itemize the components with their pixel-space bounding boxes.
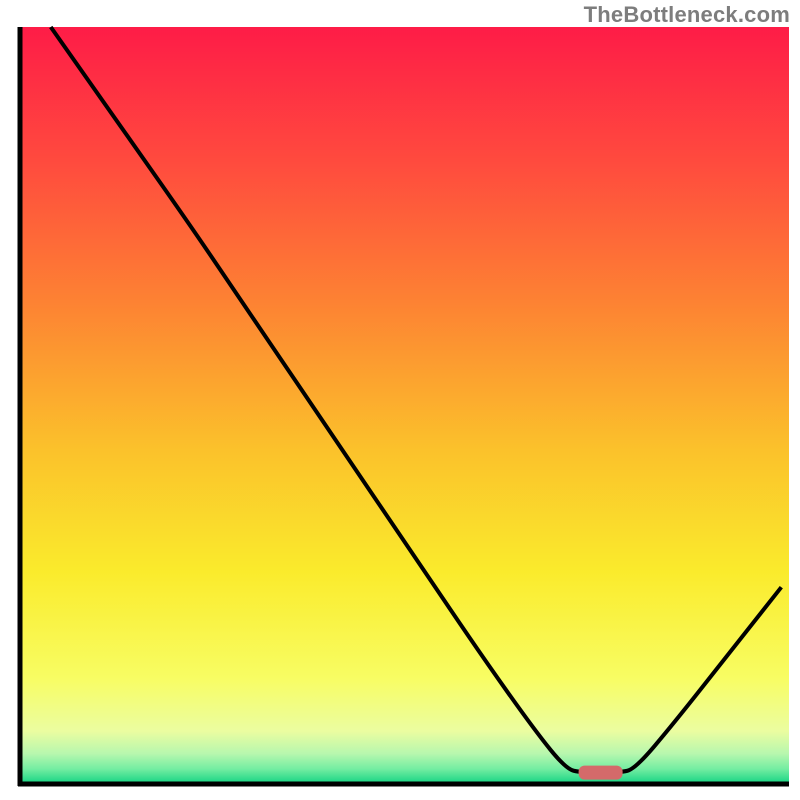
bottleneck-chart — [0, 0, 800, 800]
plot-background — [20, 27, 789, 784]
chart-container: { "watermark": "TheBottleneck.com", "cha… — [0, 0, 800, 800]
optimal-marker — [579, 766, 623, 780]
watermark-text: TheBottleneck.com — [584, 2, 790, 28]
